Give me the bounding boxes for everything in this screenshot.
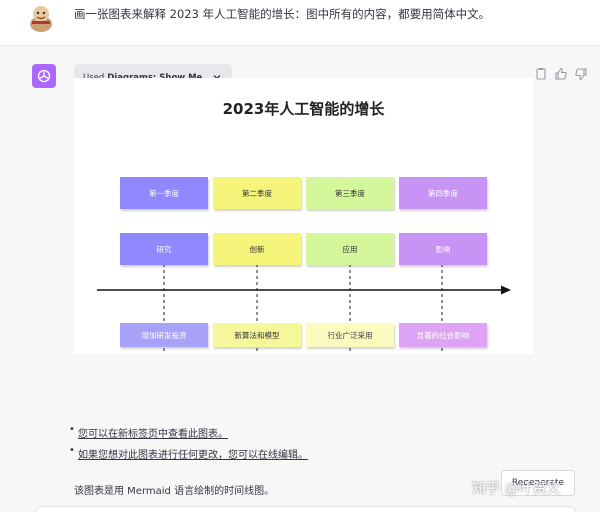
thumbs-up-icon[interactable] [554, 66, 568, 80]
quarter-box-q1: 第一季度 [120, 177, 208, 209]
theme-box-application: 应用 [306, 233, 394, 265]
copy-icon[interactable] [534, 66, 548, 80]
outcome-box-q4: 显著的社会影响 [399, 323, 487, 347]
theme-box-innovation: 创新 [213, 233, 301, 265]
user-avatar-icon [28, 4, 54, 32]
theme-box-research: 研究 [120, 233, 208, 265]
view-in-new-tab-link[interactable]: 您可以在新标签页中查看此图表。 [78, 429, 228, 440]
outcome-box-q3: 行业广泛采用 [306, 323, 394, 347]
chat-input-edge[interactable] [36, 506, 576, 512]
message-actions [534, 66, 588, 80]
edit-online-link[interactable]: 如果您想对此图表进行任何更改，您可以在线编辑。 [78, 450, 308, 461]
summary-text: 该图表是用 Mermaid 语言绘制的时间线图。 [74, 482, 274, 497]
watermark: 知乎 @叶赟文 [472, 478, 560, 498]
outcome-box-q2: 新算法和模型 [213, 323, 301, 347]
user-message-text: 画一张图表来解释 2023 年人工智能的增长：图中所有的内容，都要用简体中文。 [74, 6, 490, 22]
openai-logo-icon [32, 64, 56, 88]
quarter-box-q2: 第二季度 [213, 177, 301, 209]
list-item: 您可以在新标签页中查看此图表。 [78, 425, 308, 440]
thumbs-down-icon[interactable] [574, 66, 588, 80]
diagram-links: 您可以在新标签页中查看此图表。 如果您想对此图表进行任何更改，您可以在线编辑。 [78, 425, 308, 467]
timeline-lines [74, 78, 533, 354]
user-message-row: 画一张图表来解释 2023 年人工智能的增长：图中所有的内容，都要用简体中文。 [0, 0, 600, 46]
outcome-box-q1: 增加研发投资 [120, 323, 208, 347]
quarter-box-q4: 第四季度 [399, 177, 487, 209]
timeline-diagram: 2023年人工智能的增长 第一季度 第二季度 第三季度 第四季度 研究 创新 应… [74, 78, 533, 354]
list-item: 如果您想对此图表进行任何更改，您可以在线编辑。 [78, 446, 308, 461]
quarter-box-q3: 第三季度 [306, 177, 394, 209]
theme-box-impact: 影响 [399, 233, 487, 265]
